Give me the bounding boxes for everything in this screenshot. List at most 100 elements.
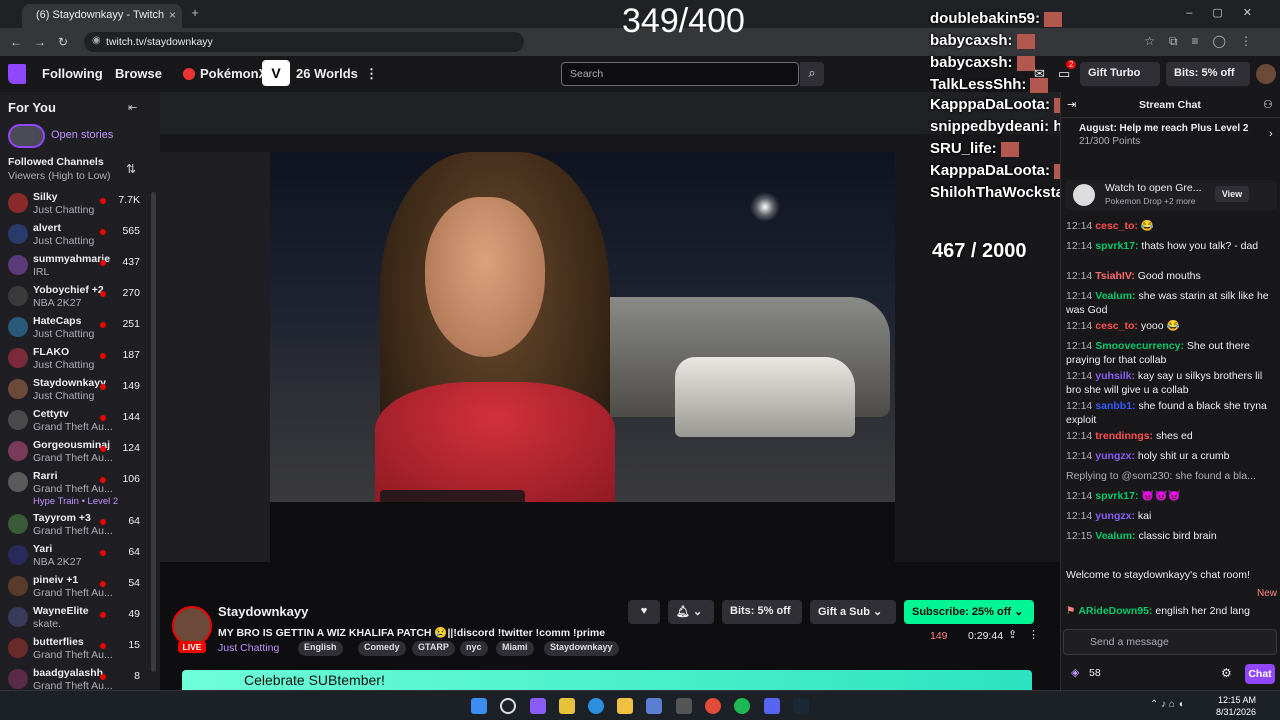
- followed-channel[interactable]: HateCaps Just Chatting 251: [0, 314, 160, 344]
- pinned-user[interactable]: ARideDown95:: [1078, 605, 1152, 617]
- start-icon[interactable]: [471, 698, 487, 714]
- followed-channel[interactable]: Cettytv Grand Theft Au... 144: [0, 407, 160, 437]
- edge-icon[interactable]: [588, 698, 604, 714]
- sort-icon[interactable]: ⇅: [126, 162, 136, 176]
- followed-channel[interactable]: Staydownkayy Just Chatting 149: [0, 376, 160, 406]
- subtember-banner[interactable]: Celebrate SUBtember!: [182, 670, 1032, 690]
- nav-following[interactable]: Following: [42, 66, 103, 81]
- search-input[interactable]: Search: [561, 62, 799, 86]
- mail-icon[interactable]: [646, 698, 662, 714]
- chat-username[interactable]: spvrk17:: [1095, 490, 1138, 502]
- notification-bell-icon[interactable]: 🔔︎ ⌄: [668, 600, 714, 624]
- copilot-icon[interactable]: [530, 698, 546, 714]
- followed-channel[interactable]: Yari NBA 2K27 64: [0, 542, 160, 572]
- file-explorer-icon[interactable]: [617, 698, 633, 714]
- spotify-icon[interactable]: [734, 698, 750, 714]
- stream-tag[interactable]: English: [298, 641, 343, 656]
- live-dot-icon: [100, 353, 106, 359]
- follow-heart-icon[interactable]: ♥: [628, 600, 660, 624]
- chat-send-button[interactable]: Chat: [1245, 664, 1275, 684]
- reload-icon[interactable]: ↻: [58, 35, 68, 49]
- chrome-icon[interactable]: [705, 698, 721, 714]
- overlay-user: KapppaDaLoota:: [930, 96, 1050, 113]
- chat-username[interactable]: Vealum:: [1095, 530, 1135, 542]
- stream-tag[interactable]: GTARP: [412, 641, 455, 656]
- twitch-logo-icon[interactable]: [8, 64, 26, 84]
- chat-username[interactable]: cesc_to:: [1095, 320, 1138, 332]
- channel-goal[interactable]: August: Help me reach Plus Level 2 21/30…: [1065, 120, 1277, 152]
- video-player[interactable]: [160, 92, 1060, 562]
- users-icon[interactable]: ⚇: [1263, 98, 1273, 111]
- followed-channels-heading: Followed Channels: [8, 156, 104, 168]
- window-controls[interactable]: –▢✕: [1186, 6, 1272, 19]
- more-options-icon[interactable]: ⋮: [1028, 628, 1039, 641]
- chat-username[interactable]: Smoovecurrency:: [1095, 340, 1184, 352]
- stream-tag[interactable]: nyc: [460, 641, 488, 656]
- followed-channel[interactable]: Gorgeousminaj Grand Theft Au... 124: [0, 438, 160, 468]
- search-icon[interactable]: ⌕: [800, 62, 824, 86]
- collapse-sidebar-icon[interactable]: ⇤: [128, 101, 137, 114]
- chat-username[interactable]: sanbb1:: [1095, 400, 1135, 412]
- chat-username[interactable]: TsiahIV:: [1095, 270, 1134, 282]
- user-avatar[interactable]: [1256, 64, 1276, 84]
- browser-tab[interactable]: (6) Staydownkayy - Twitch ×: [22, 4, 182, 28]
- followed-channel[interactable]: Yoboychief +2 NBA 2K27 270: [0, 283, 160, 313]
- collapse-chat-icon[interactable]: ⇥: [1067, 98, 1076, 111]
- drop-campaign[interactable]: Watch to open Gre... Pokemon Drop +2 mor…: [1065, 180, 1277, 210]
- chat-settings-icon[interactable]: ⚙: [1221, 666, 1232, 680]
- steam-icon[interactable]: [793, 698, 809, 714]
- browser-toolbar-icons[interactable]: ☆⧉≡◯⋮: [1144, 34, 1266, 49]
- new-tab-icon[interactable]: +: [188, 6, 202, 20]
- channel-viewers: 144: [122, 411, 140, 423]
- chat-username[interactable]: yuhsilk:: [1095, 370, 1135, 382]
- drop-view-button[interactable]: View: [1215, 186, 1249, 202]
- nav-pokemon[interactable]: PokémonX: [200, 66, 267, 81]
- followed-channel[interactable]: Silky Just Chatting 7.7K: [0, 190, 160, 220]
- app-icon[interactable]: [559, 698, 575, 714]
- gift-sub-button[interactable]: Gift a Sub ⌄: [810, 600, 896, 624]
- nav-worlds[interactable]: 26 Worlds: [296, 66, 358, 81]
- close-tab-icon[interactable]: ×: [169, 8, 176, 22]
- share-icon[interactable]: ⇪: [1008, 628, 1017, 641]
- followed-channel[interactable]: WayneElite skate. 49: [0, 604, 160, 634]
- chat-username[interactable]: yungzx:: [1095, 510, 1135, 522]
- clock[interactable]: 12:15 AM 8/31/2026: [1216, 694, 1256, 718]
- chat-username[interactable]: trendinngs:: [1095, 430, 1153, 442]
- chat-username[interactable]: cesc_to:: [1095, 220, 1138, 232]
- more-menu-icon[interactable]: ⋮: [365, 66, 378, 82]
- site-info-icon[interactable]: ◉: [92, 35, 101, 46]
- new-messages-indicator[interactable]: New: [1257, 588, 1277, 599]
- discord-icon[interactable]: [764, 698, 780, 714]
- goal-chevron-icon[interactable]: ›: [1269, 128, 1273, 140]
- bits-button[interactable]: Bits: 5% off: [1166, 62, 1250, 86]
- stream-tag[interactable]: Miami: [496, 641, 534, 656]
- chat-username[interactable]: yungzx:: [1095, 450, 1135, 462]
- chat-username[interactable]: Vealum:: [1095, 290, 1135, 302]
- channel-points-icon[interactable]: ◈: [1071, 666, 1079, 679]
- stream-tag[interactable]: Staydownkayy: [544, 641, 619, 656]
- bits-offer-button[interactable]: Bits: 5% off: [722, 600, 802, 624]
- followed-channel[interactable]: alvert Just Chatting 565: [0, 221, 160, 251]
- taskbar-search-icon[interactable]: [500, 698, 516, 714]
- streamer-avatar[interactable]: [172, 606, 212, 646]
- followed-channel[interactable]: Rarri Grand Theft Au... 106 Hype Train • Le…: [0, 469, 160, 507]
- subscribe-button[interactable]: Subscribe: 25% off ⌄: [904, 600, 1034, 624]
- followed-channel[interactable]: pineiv +1 Grand Theft Au... 54: [0, 573, 160, 603]
- back-icon[interactable]: ←: [10, 35, 22, 49]
- chat-input[interactable]: Send a message: [1063, 629, 1277, 655]
- settings-icon[interactable]: [676, 698, 692, 714]
- stream-tag[interactable]: Comedy: [358, 641, 406, 656]
- tray-icons[interactable]: ⌃ ♪ ⌂ ◖: [1150, 699, 1184, 710]
- gift-turbo-button[interactable]: Gift Turbo: [1080, 62, 1160, 86]
- forward-icon[interactable]: →: [34, 35, 46, 49]
- followed-channel[interactable]: summyahmarie IRL 437: [0, 252, 160, 282]
- followed-channel[interactable]: FLAKO Just Chatting 187: [0, 345, 160, 375]
- url-field[interactable]: ◉ twitch.tv/staydownkayy: [84, 32, 524, 52]
- nav-browse[interactable]: Browse: [115, 66, 162, 81]
- sidebar-scrollbar[interactable]: [151, 192, 156, 672]
- followed-channel[interactable]: Tayyrom +3 Grand Theft Au... 64: [0, 511, 160, 541]
- chat-username[interactable]: spvrk17:: [1095, 240, 1138, 252]
- stream-category[interactable]: Just Chatting: [218, 642, 279, 654]
- followed-channel[interactable]: butterflies Grand Theft Au... 15: [0, 635, 160, 665]
- streamer-name[interactable]: Staydownkayy: [218, 604, 308, 619]
